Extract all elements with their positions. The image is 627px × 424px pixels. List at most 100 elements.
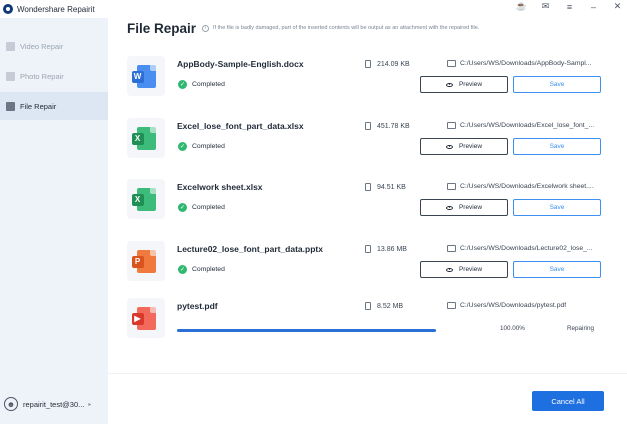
preview-label: Preview: [458, 266, 483, 273]
file-path: C:/Users/WS/Downloads/pytest.pdf: [447, 302, 566, 309]
eye-icon: [445, 205, 453, 210]
file-name: Excelwork sheet.xlsx: [177, 182, 263, 192]
file-size-value: 13.86 MB: [377, 245, 407, 253]
save-button[interactable]: Save: [513, 76, 601, 93]
file-row: P Lecture02_lose_font_part_data.pptx ✓ C…: [127, 241, 607, 297]
status-badge: ✓ Completed: [178, 265, 225, 274]
status-badge: ✓ Completed: [178, 142, 225, 151]
word-file-icon: W: [131, 64, 156, 88]
eye-icon: [445, 267, 453, 272]
ppt-file-icon: P: [131, 249, 156, 273]
file-thumbnail: X: [127, 118, 165, 158]
sidebar-item-label: Photo Repair: [20, 71, 64, 81]
file-size: 94.51 KB: [365, 183, 406, 191]
video-icon: [6, 41, 15, 51]
preview-button[interactable]: Preview: [420, 261, 508, 278]
footer: Cancel All: [108, 373, 627, 424]
info-icon: i: [202, 24, 210, 32]
file-size: 451.78 KB: [365, 122, 410, 130]
excel-file-icon: X: [131, 126, 156, 150]
file-name: Lecture02_lose_font_part_data.pptx: [177, 244, 323, 254]
document-size-icon: [365, 302, 371, 310]
preview-button[interactable]: Preview: [420, 76, 508, 93]
app-logo-icon: [3, 4, 13, 14]
cancel-all-button[interactable]: Cancel All: [532, 391, 604, 411]
file-size-value: 8.52 MB: [377, 302, 404, 310]
folder-icon: [447, 122, 456, 129]
headset-icon[interactable]: ☕: [516, 1, 527, 12]
progress-bar: [177, 329, 436, 332]
preview-label: Preview: [458, 81, 483, 88]
file-size-value: 94.51 KB: [377, 183, 406, 191]
status-text: Completed: [192, 143, 225, 150]
document-size-icon: [365, 183, 371, 191]
document-size-icon: [365, 122, 371, 130]
file-size: 8.52 MB: [365, 302, 403, 310]
file-path: C:/Users/WS/Downloads/Excelwork sheet...…: [447, 183, 594, 190]
preview-button[interactable]: Preview: [420, 138, 508, 155]
title-bar: Wondershare Repairit ☕ ✉ ≡ – ✕: [0, 0, 627, 18]
mail-icon[interactable]: ✉: [540, 1, 551, 12]
file-thumbnail: P: [127, 241, 165, 281]
save-button[interactable]: Save: [513, 199, 601, 216]
file-thumbnail: X: [127, 179, 165, 219]
sidebar-item-photo-repair[interactable]: Photo Repair: [0, 62, 108, 90]
chevron-right-icon: ▸: [88, 401, 92, 408]
processing-file-row: ▶ pytest.pdf 8.52 MB C:/Users/WS/Downloa…: [127, 298, 607, 354]
file-thumbnail: ▶: [127, 298, 165, 338]
eye-icon: [445, 82, 453, 87]
header-note: If the file is badly damaged, part of th…: [213, 25, 480, 31]
preview-label: Preview: [458, 143, 483, 150]
preview-button[interactable]: Preview: [420, 199, 508, 216]
main-content: File Repair i If the file is badly damag…: [108, 18, 627, 424]
preview-label: Preview: [458, 204, 483, 211]
user-avatar-icon: ☻: [4, 397, 18, 411]
file-name: AppBody-Sample-English.docx: [177, 59, 304, 69]
sidebar: Video Repair Photo Repair File Repair ☻ …: [0, 18, 108, 424]
status-badge: ✓ Completed: [178, 203, 225, 212]
sidebar-item-file-repair[interactable]: File Repair: [0, 92, 108, 120]
file-icon: [6, 101, 15, 111]
status-text: Completed: [192, 266, 225, 273]
excel-file-icon: X: [131, 187, 156, 211]
file-size-value: 214.09 KB: [377, 60, 410, 68]
file-path-value: C:/Users/WS/Downloads/Excelwork sheet...…: [460, 183, 594, 190]
file-path: C:/Users/WS/Downloads/AppBody-Sampl...: [447, 60, 591, 67]
file-thumbnail: W: [127, 56, 165, 96]
status-badge: ✓ Completed: [178, 80, 225, 89]
file-name: Excel_lose_font_part_data.xlsx: [177, 121, 304, 131]
pdf-file-icon: ▶: [131, 306, 156, 330]
file-row: X Excel_lose_font_part_data.xlsx ✓ Compl…: [127, 118, 607, 174]
file-path: C:/Users/WS/Downloads/Lecture02_lose_...: [447, 245, 593, 252]
folder-icon: [447, 245, 456, 252]
window-controls: ☕ ✉ ≡ – ✕: [516, 1, 623, 12]
status-text: Completed: [192, 81, 225, 88]
user-account[interactable]: ☻ repairit_test@30... ▸: [0, 394, 108, 414]
file-path-value: C:/Users/WS/Downloads/Lecture02_lose_...: [460, 245, 593, 252]
progress-status: Repairing: [567, 325, 594, 332]
progress-bar-fill: [177, 329, 436, 332]
user-name: repairit_test@30...: [23, 399, 85, 409]
document-size-icon: [365, 245, 371, 253]
check-circle-icon: ✓: [178, 203, 187, 212]
file-row: W AppBody-Sample-English.docx ✓ Complete…: [127, 56, 607, 112]
close-icon[interactable]: ✕: [612, 1, 623, 12]
photo-icon: [6, 71, 15, 81]
folder-icon: [447, 60, 456, 67]
file-path-value: C:/Users/WS/Downloads/AppBody-Sampl...: [460, 60, 592, 67]
save-button[interactable]: Save: [513, 261, 601, 278]
sidebar-item-video-repair[interactable]: Video Repair: [0, 32, 108, 60]
save-button[interactable]: Save: [513, 138, 601, 155]
sidebar-item-label: File Repair: [20, 101, 57, 111]
minimize-icon[interactable]: –: [588, 1, 599, 12]
file-row: X Excelwork sheet.xlsx ✓ Completed 94.51…: [127, 179, 607, 235]
check-circle-icon: ✓: [178, 265, 187, 274]
app-title: Wondershare Repairit: [17, 4, 95, 14]
check-circle-icon: ✓: [178, 142, 187, 151]
file-size-value: 451.78 KB: [377, 122, 410, 130]
file-path: C:/Users/WS/Downloads/Excel_lose_font_..…: [447, 122, 594, 129]
folder-icon: [447, 183, 456, 190]
menu-icon[interactable]: ≡: [564, 1, 575, 12]
document-size-icon: [365, 60, 371, 68]
file-path-value: C:/Users/WS/Downloads/pytest.pdf: [460, 302, 567, 309]
